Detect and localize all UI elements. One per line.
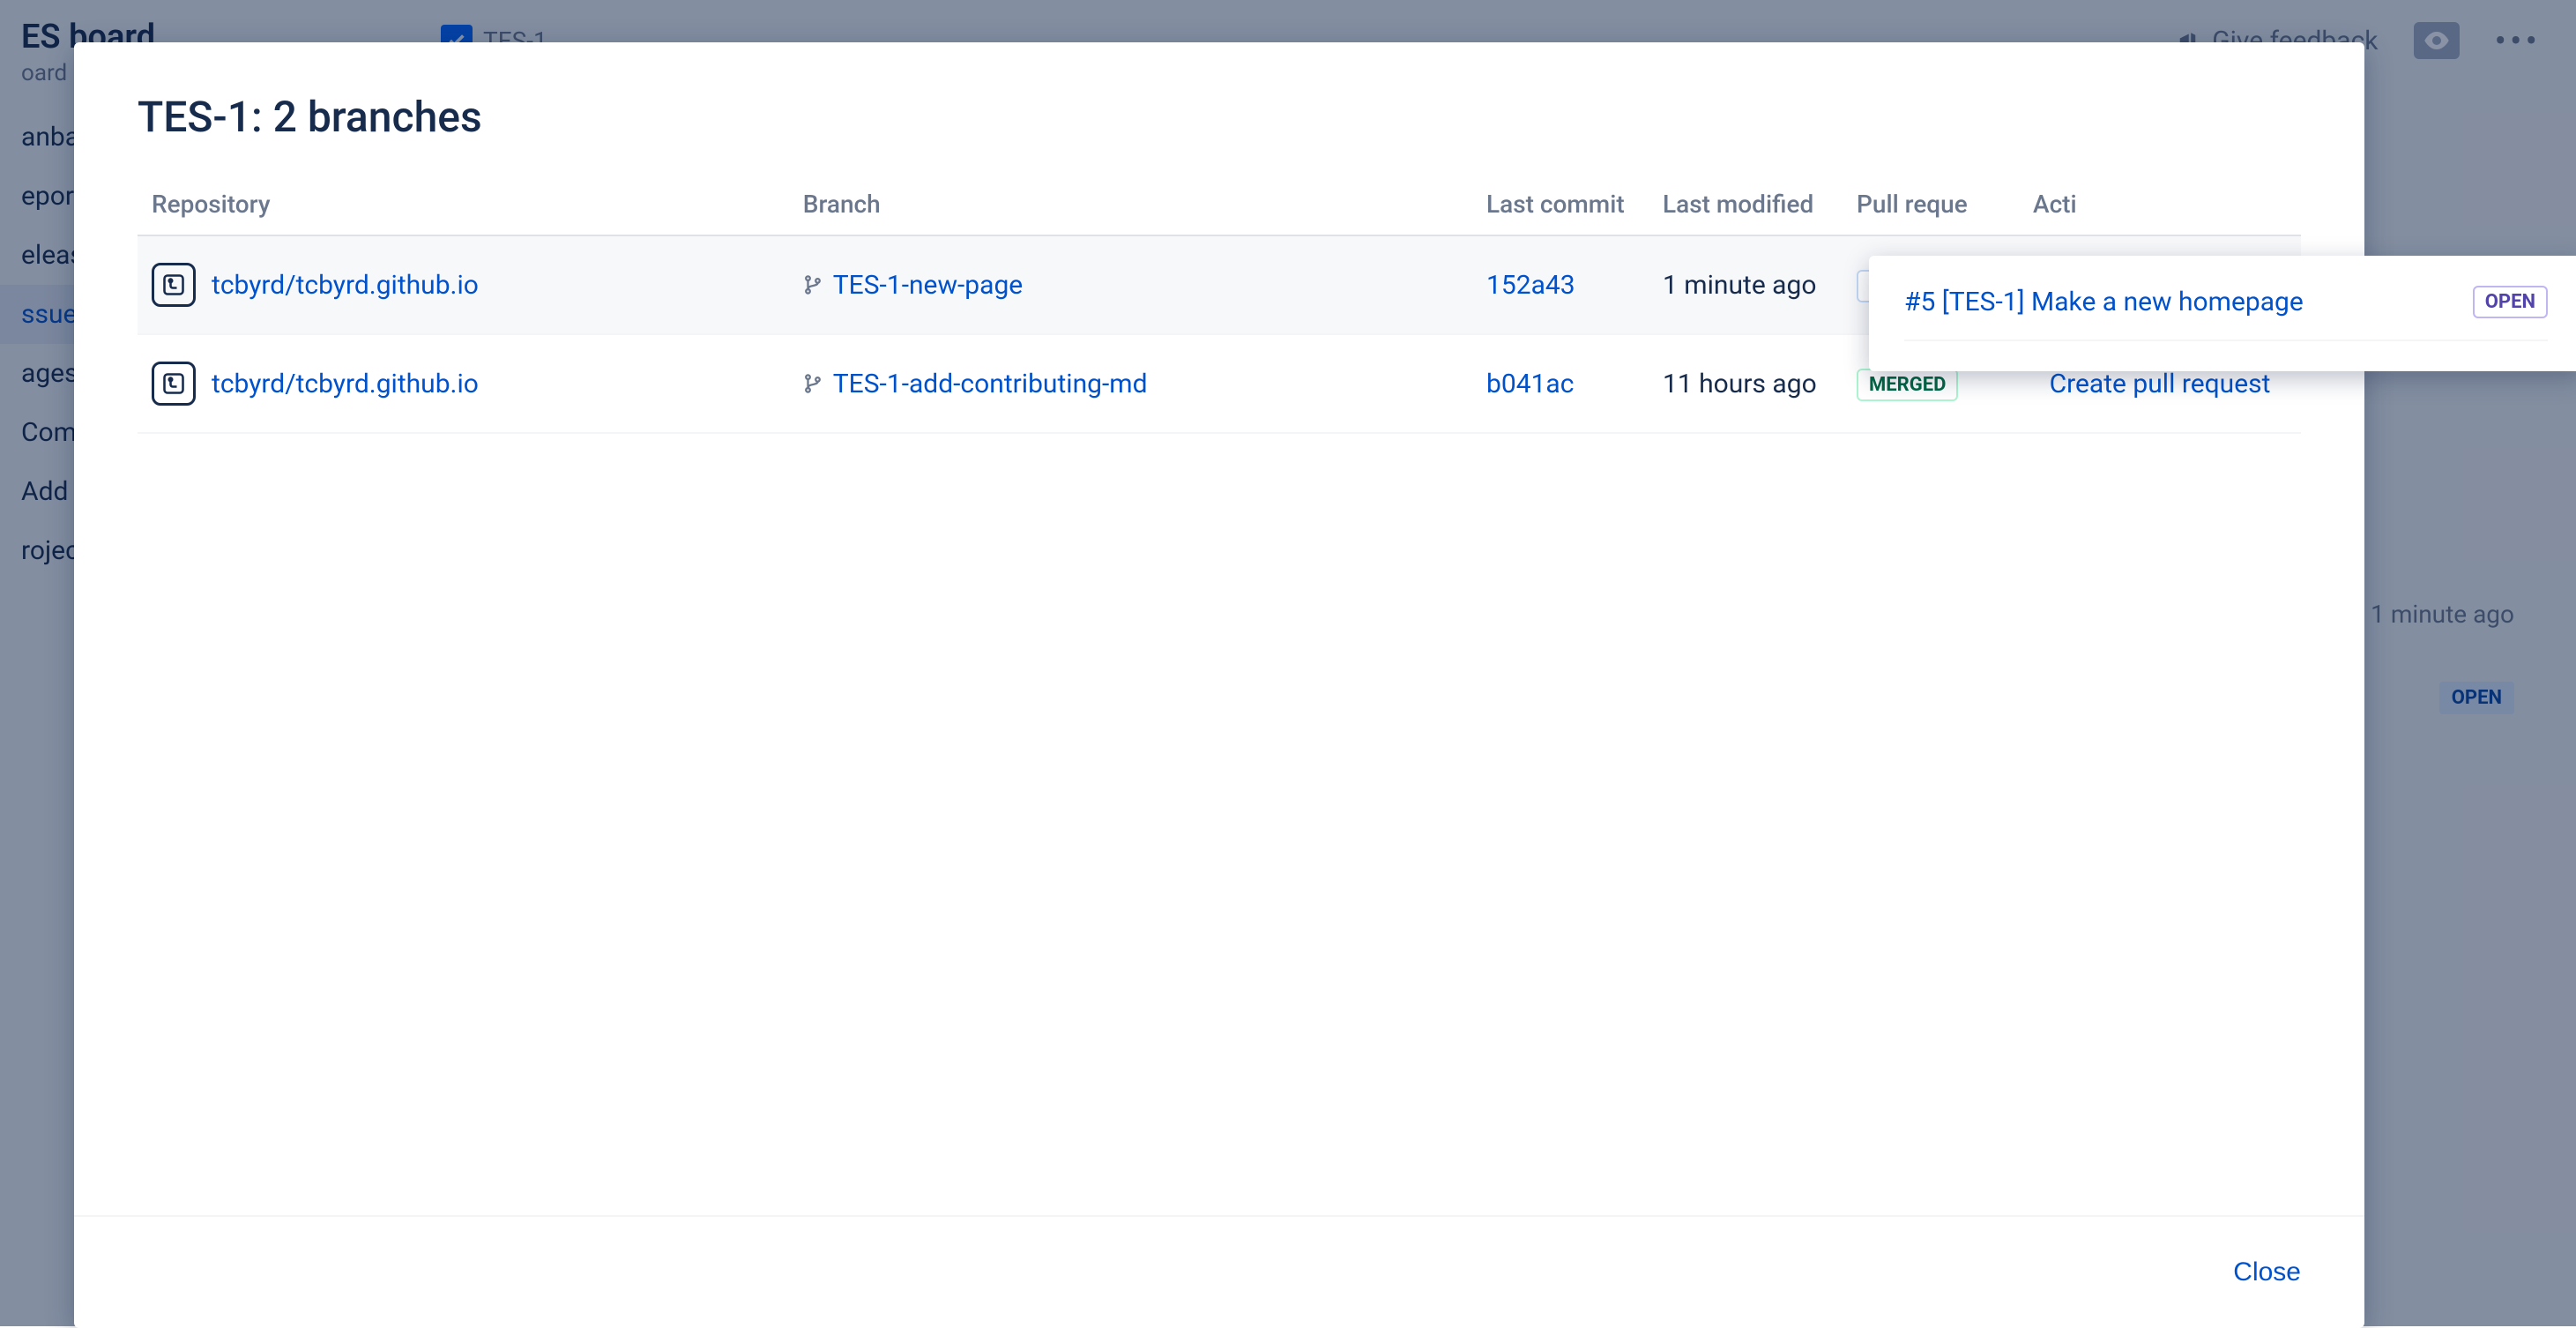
commit-link[interactable]: b041ac — [1486, 369, 1574, 399]
branch-link[interactable]: TES-1-new-page — [833, 270, 1023, 301]
popover-status-lozenge: OPEN — [2473, 286, 2548, 318]
col-repository: Repository — [138, 177, 789, 235]
modal-header: TES-1: 2 branches — [74, 42, 2364, 177]
close-button[interactable]: Close — [2233, 1257, 2301, 1287]
col-last-modified: Last modified — [1649, 177, 1843, 235]
repo-icon — [152, 263, 196, 307]
create-pr-link[interactable]: Create pull request — [2050, 369, 2271, 399]
col-action: Acti — [2019, 177, 2301, 235]
repo-icon — [152, 362, 196, 406]
commit-link[interactable]: 152a43 — [1486, 270, 1575, 301]
col-pull-request: Pull reque — [1843, 177, 2019, 235]
col-branch: Branch — [789, 177, 1472, 235]
pull-request-popover: #5 [TES-1] Make a new homepage OPEN — [1869, 256, 2576, 371]
col-last-commit: Last commit — [1472, 177, 1649, 235]
modal-title: TES-1: 2 branches — [138, 92, 2301, 142]
repo-link[interactable]: tcbyrd/tcbyrd.github.io — [212, 369, 479, 399]
modified-time: 11 hours ago — [1663, 369, 1817, 399]
branch-icon — [803, 273, 823, 296]
branches-modal: TES-1: 2 branches Repository Branch Last… — [74, 42, 2364, 1328]
modified-time: 1 minute ago — [1663, 270, 1816, 301]
branch-icon — [803, 372, 823, 395]
branch-link[interactable]: TES-1-add-contributing-md — [833, 369, 1148, 399]
pr-status-lozenge: MERGED — [1857, 369, 1958, 401]
popover-pr-link[interactable]: #5 [TES-1] Make a new homepage — [1904, 287, 2452, 317]
repo-link[interactable]: tcbyrd/tcbyrd.github.io — [212, 270, 479, 301]
modal-footer: Close — [74, 1215, 2364, 1328]
